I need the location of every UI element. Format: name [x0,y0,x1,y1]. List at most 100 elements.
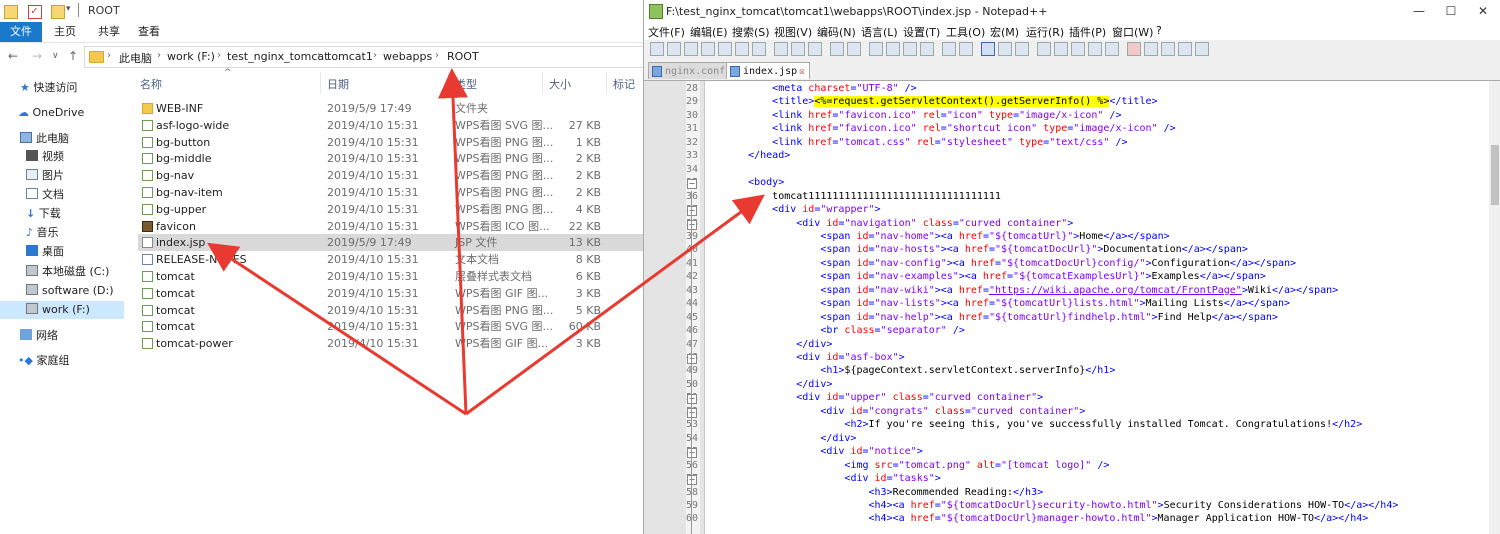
back-button[interactable]: ← [8,49,18,63]
sidebar-item-videos[interactable]: 视频 [0,148,124,166]
recent-locations-icon[interactable]: ∨ [52,51,59,61]
sidebar-item-desktop[interactable]: 桌面 [0,243,124,261]
file-row[interactable]: bg-upper 2019/4/10 15:31 WPS看图 PNG 图... 4 K… [138,201,643,218]
find-icon[interactable] [869,42,883,56]
print-icon[interactable] [752,42,766,56]
play-macro-icon[interactable] [1161,42,1175,56]
column-header-size[interactable]: 大小 [549,76,571,92]
redo-icon[interactable] [847,42,861,56]
breadcrumb-webapps[interactable]: webapps [383,50,432,63]
fold-toggle-icon[interactable]: − [687,219,697,230]
breadcrumb-root[interactable]: ROOT [447,50,479,63]
tab-nginx-conf[interactable]: nginx.conf☒ [648,62,738,79]
file-row[interactable]: index.jsp 2019/5/9 17:49 JSP 文件 13 KB [138,234,643,252]
ribbon-tab-file[interactable]: 文件 [0,22,42,42]
sidebar-item-drive-d[interactable]: software (D:) [0,282,124,300]
menu-encoding[interactable]: 编码(N) [817,24,856,40]
save-macro-icon[interactable] [1195,42,1209,56]
paste-icon[interactable] [808,42,822,56]
sidebar-item-homegroup[interactable]: •◆ 家庭组 [0,352,124,370]
monitor-icon[interactable] [1105,42,1119,56]
sidebar-item-quick-access[interactable]: ★ 快速访问 [0,79,124,97]
show-all-chars-icon[interactable] [998,42,1012,56]
sidebar-item-downloads[interactable]: ↓ 下载 [0,205,124,223]
file-row[interactable]: WEB-INF 2019/5/9 17:49 文件夹 [138,100,643,117]
breadcrumb-tomcat1[interactable]: tomcat1 [327,50,373,63]
file-row[interactable]: asf-logo-wide 2019/4/10 15:31 WPS看图 SVG 图.… [138,117,643,134]
sidebar-item-drive-c[interactable]: 本地磁盘 (C:) [0,263,124,281]
ribbon-tab-view[interactable]: 查看 [128,22,170,42]
run-macro-multiple-icon[interactable] [1178,42,1192,56]
save-all-icon[interactable] [701,42,715,56]
menu-view[interactable]: 视图(V) [774,24,812,40]
close-all-icon[interactable] [735,42,749,56]
file-row[interactable]: tomcat 2019/4/10 15:31 WPS看图 GIF 图... 3 KB [138,285,643,302]
function-list-icon[interactable] [1071,42,1085,56]
sidebar-item-network[interactable]: 网络 [0,327,124,345]
stop-record-icon[interactable] [1144,42,1158,56]
new-folder-icon[interactable] [51,5,65,19]
up-button[interactable]: ↑ [68,49,78,63]
ribbon-tab-home[interactable]: 主页 [44,22,86,42]
properties-icon[interactable]: ✓ [27,5,42,19]
maximize-button[interactable]: ☐ [1436,2,1466,20]
file-row[interactable]: bg-nav 2019/4/10 15:31 WPS看图 PNG 图... 2 KB [138,167,643,184]
menu-macro[interactable]: 宏(M) [990,24,1019,40]
menu-tools[interactable]: 工具(O) [946,24,985,40]
sidebar-item-drive-f[interactable]: work (F:) [0,301,124,319]
menu-file[interactable]: 文件(F) [648,24,685,40]
save-icon[interactable] [684,42,698,56]
forward-button[interactable]: → [32,49,42,63]
menu-plugins[interactable]: 插件(P) [1069,24,1106,40]
folder-workspace-icon[interactable] [1088,42,1102,56]
file-row[interactable]: tomcat-power 2019/4/10 15:31 WPS看图 GIF 图..… [138,335,643,352]
vertical-scrollbar[interactable] [1489,81,1500,534]
menu-help[interactable]: ? [1156,24,1162,37]
tab-index-jsp[interactable]: index.jsp ☒ [726,62,810,79]
zoom-in-icon[interactable] [903,42,917,56]
indent-guide-icon[interactable] [1015,42,1029,56]
menu-window[interactable]: 窗口(W) [1112,24,1153,40]
column-header-name[interactable]: 名称 [140,76,162,92]
sync-horizontal-icon[interactable] [959,42,973,56]
file-row[interactable]: bg-middle 2019/4/10 15:31 WPS看图 PNG 图... 2 … [138,150,643,167]
fold-toggle-icon[interactable]: − [687,179,697,190]
sidebar-item-pictures[interactable]: 图片 [0,167,124,185]
file-row[interactable]: tomcat 2019/4/10 15:31 WPS看图 SVG 图... 60 KB [138,318,643,335]
fold-toggle-icon[interactable]: − [687,394,697,405]
doc-map-icon[interactable] [1054,42,1068,56]
sidebar-item-music[interactable]: ♪ 音乐 [0,224,124,242]
menu-settings[interactable]: 设置(T) [903,24,940,40]
file-row[interactable]: tomcat 2019/4/10 15:31 层叠样式表文档 6 KB [138,268,643,285]
sidebar-item-onedrive[interactable]: ☁ OneDrive [0,104,124,122]
minimize-button[interactable]: — [1404,2,1434,20]
word-wrap-icon[interactable] [981,42,995,56]
column-header-type[interactable]: 类型 [455,76,477,92]
close-icon[interactable] [718,42,732,56]
sidebar-item-this-pc[interactable]: 此电脑 [0,130,124,148]
column-header-tags[interactable]: 标记 [613,76,635,92]
fold-toggle-icon[interactable]: − [687,354,697,364]
fold-toggle-icon[interactable]: − [687,448,697,459]
menu-edit[interactable]: 编辑(E) [690,24,728,40]
file-row[interactable]: bg-button 2019/4/10 15:31 WPS看图 PNG 图... 1 … [138,134,643,151]
quick-access-dropdown-icon[interactable]: ▾ [66,4,71,14]
file-row[interactable]: tomcat 2019/4/10 15:31 WPS看图 PNG 图... 5 KB [138,302,643,319]
replace-icon[interactable] [886,42,900,56]
fold-toggle-icon[interactable]: − [687,475,697,486]
language-icon[interactable] [1037,42,1051,56]
close-button[interactable]: ✕ [1468,2,1498,20]
sync-vertical-icon[interactable] [942,42,956,56]
ribbon-tab-share[interactable]: 共享 [88,22,130,42]
record-macro-icon[interactable] [1127,42,1141,56]
open-file-icon[interactable] [667,42,681,56]
address-bar[interactable]: › 此电脑 › work (F:) › test_nginx_tomcat › … [84,46,643,68]
new-file-icon[interactable] [650,42,664,56]
zoom-out-icon[interactable] [920,42,934,56]
undo-icon[interactable] [830,42,844,56]
cut-icon[interactable] [774,42,788,56]
column-header-date[interactable]: 日期 [327,76,349,92]
menu-search[interactable]: 搜索(S) [732,24,770,40]
close-icon[interactable]: ☒ [799,64,804,81]
fold-toggle-icon[interactable]: − [687,407,697,418]
